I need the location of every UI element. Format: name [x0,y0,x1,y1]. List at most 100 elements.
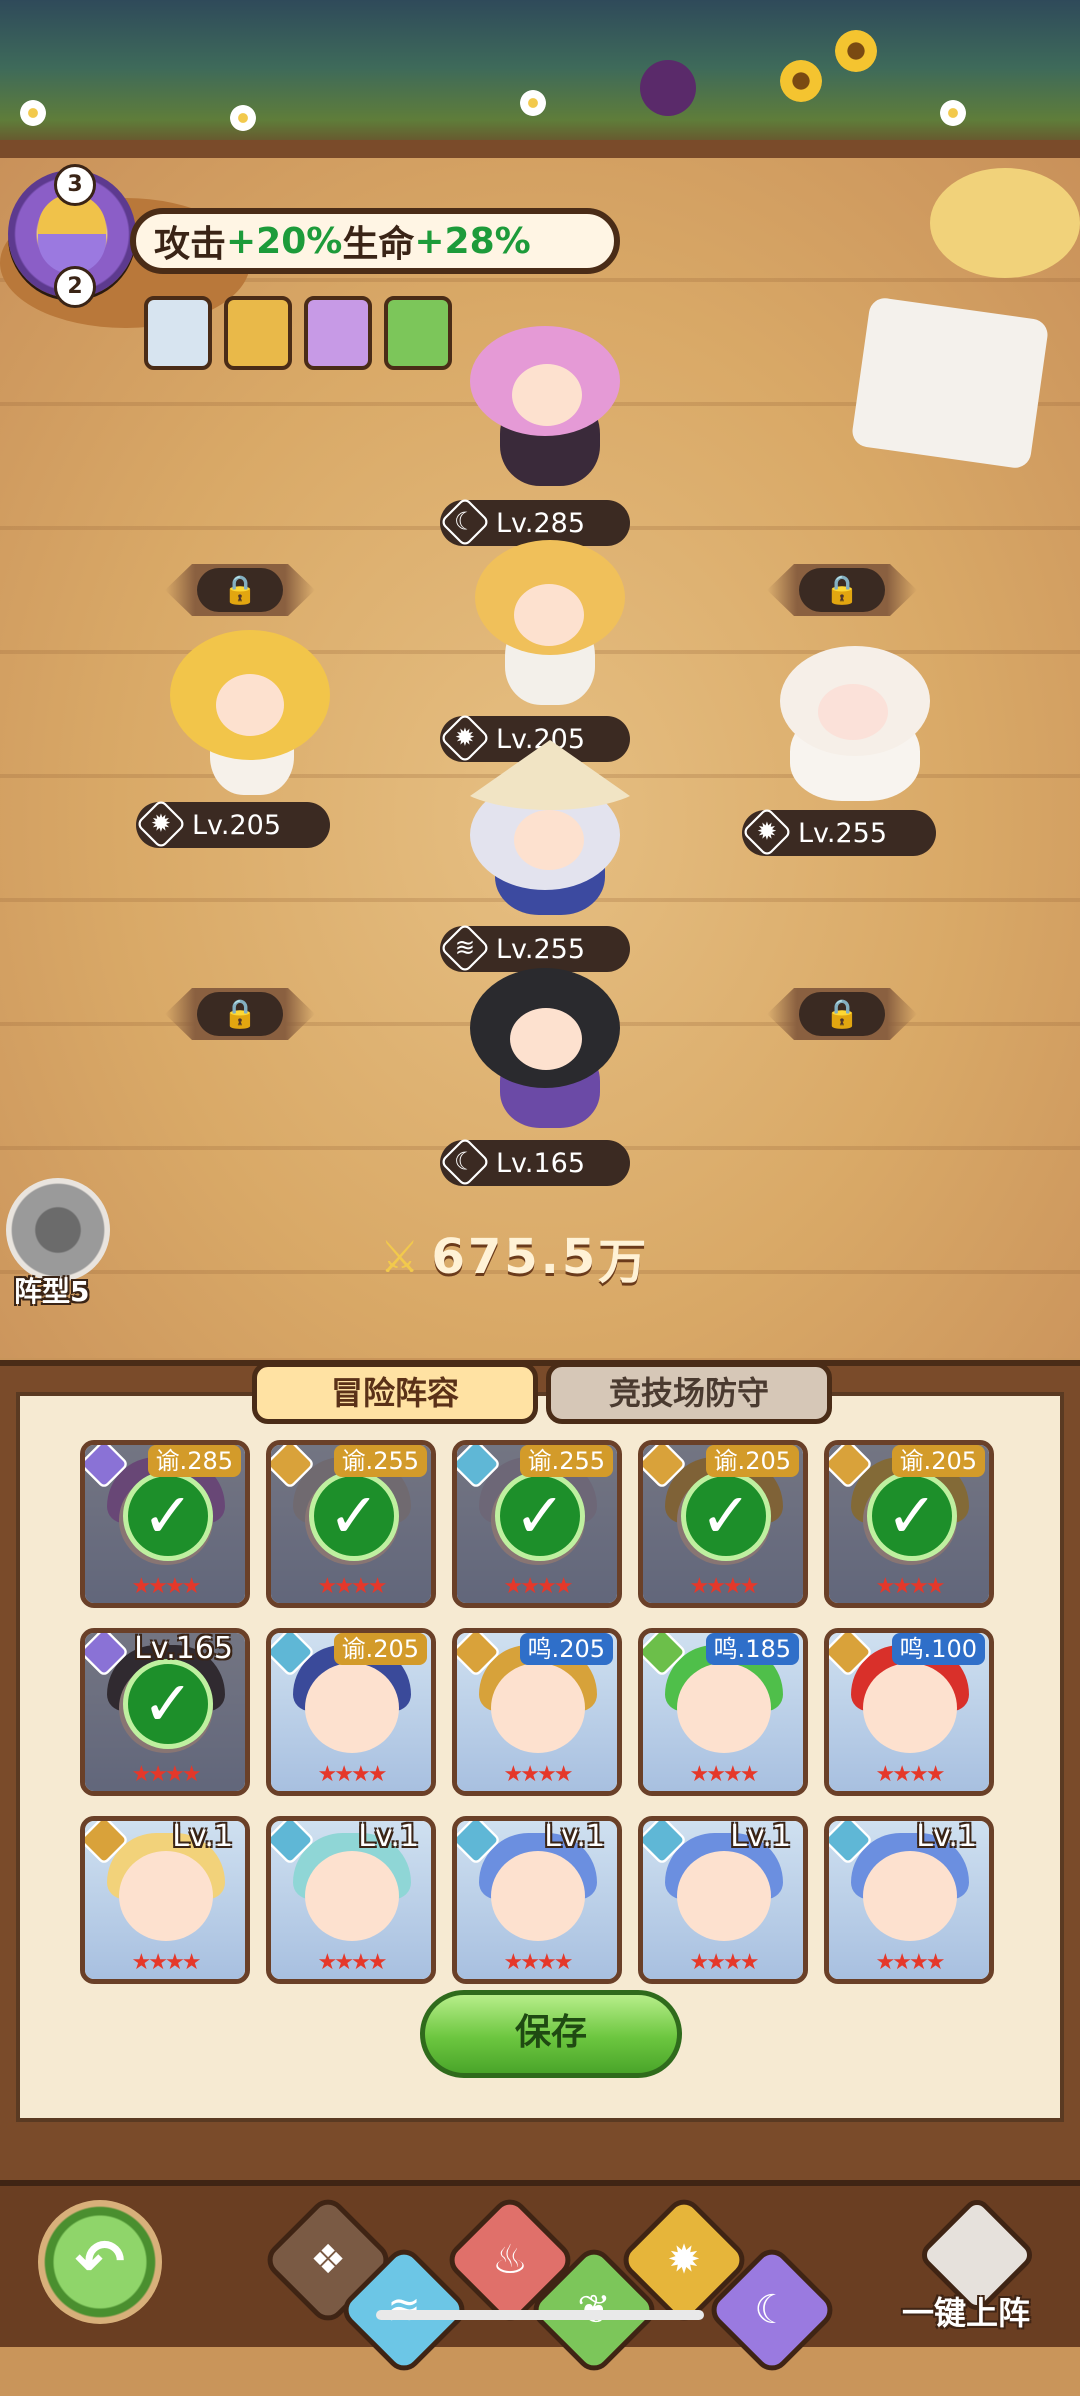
sun-filter-icon: ✹ [667,2237,701,2283]
roster-hero-card[interactable]: Lv.1 ★★★★ [266,1816,436,1984]
fire-filter-icon: ♨ [492,2237,528,2283]
hero-front-center[interactable] [450,326,650,496]
bonus-bottom-count: 2 [54,266,96,308]
star-rating: ★★★★ [317,1762,388,1787]
star-rating: ★★★★ [503,1762,574,1787]
star-rating: ★★★★ [689,1762,760,1787]
star-rating: ★★★★ [317,1950,388,1975]
star-rating: ★★★★ [875,1762,946,1787]
home-indicator [376,2310,704,2320]
combat-power-unit: 万 [598,1234,650,1290]
star-rating: ★★★★ [875,1574,946,1599]
hero-face [491,1663,585,1753]
locked-slot[interactable]: 🔒 [767,558,917,622]
sun-element-icon: ✹ [741,806,793,858]
hero-level: 谕.285 [147,1445,241,1477]
hero-mid-left[interactable] [160,630,340,800]
locked-slot[interactable]: 🔒 [165,982,315,1046]
hero-level-tag: ☾ Lv.165 [439,1136,630,1188]
hero-mid-center[interactable] [450,540,650,710]
synergy-hero-icon[interactable] [304,296,372,370]
synergy-hero-icon[interactable] [384,296,452,370]
flower-icon [230,105,256,131]
hero-face [119,1851,213,1941]
top-banner [0,0,1080,150]
checkmark-icon: ✓ [681,1471,771,1561]
hero-face [305,1851,399,1941]
roster-hero-card[interactable]: ✓ 谕.205 ★★★★ [824,1440,994,1608]
save-button[interactable]: 保存 [420,1990,682,2078]
roster-hero-card[interactable]: Lv.1 ★★★★ [452,1816,622,1984]
roster-hero-card[interactable]: ✓ 谕.255 ★★★★ [266,1440,436,1608]
star-rating: ★★★★ [131,1950,202,1975]
synergy-hero-icon[interactable] [224,296,292,370]
bowl-decor [930,168,1080,278]
combat-power: ⚔ 675.5 万 [380,1226,649,1290]
locked-slot[interactable]: 🔒 [767,982,917,1046]
star-rating: ★★★★ [131,1574,202,1599]
moon-filter-icon: ☾ [754,2287,790,2333]
hero-level: Lv.165 [134,1631,233,1666]
roster-hero-card[interactable]: Lv.1 ★★★★ [824,1816,994,1984]
formation-label: 阵型5 [14,1275,90,1308]
roster-hero-card[interactable]: Lv.1 ★★★★ [638,1816,808,1984]
fruit-icon [640,60,696,116]
star-rating: ★★★★ [689,1574,760,1599]
bonus-top-count: 3 [54,164,96,206]
tab-adventure-lineup[interactable]: 冒险阵容 [252,1362,538,1424]
flower-icon [940,100,966,126]
hero-level: 谕.205 [705,1445,799,1477]
hero-level: 谕.205 [333,1633,427,1665]
hero-level: Lv.1 [544,1819,605,1854]
tab-arena-defense[interactable]: 竞技场防守 [546,1362,832,1424]
roster-hero-card[interactable]: ✓ 谕.285 ★★★★ [80,1440,250,1608]
roster-hero-card[interactable]: ✓ Lv.165 ★★★★ [80,1628,250,1796]
lock-icon: 🔒 [197,568,283,612]
hero-level: Lv.1 [172,1819,233,1854]
hero-level: Lv.1 [916,1819,977,1854]
hero-level: Lv.1 [358,1819,419,1854]
hero-level: 鸣.185 [705,1633,799,1665]
checkmark-icon: ✓ [867,1471,957,1561]
roster-hero-card[interactable]: 鸣.100 ★★★★ [824,1628,994,1796]
back-arrow-icon[interactable]: ↶ [38,2200,162,2324]
checkmark-icon: ✓ [495,1471,585,1561]
roster-hero-card[interactable]: 鸣.185 ★★★★ [638,1628,808,1796]
checkmark-icon: ✓ [123,1659,213,1749]
star-rating: ★★★★ [131,1762,202,1787]
star-rating: ★★★★ [317,1574,388,1599]
synergy-hero-icon[interactable] [144,296,212,370]
hero-level: Lv.1 [730,1819,791,1854]
hero-level-tag: ✹ Lv.255 [741,806,936,858]
checkmark-icon: ✓ [309,1471,399,1561]
sun-element-icon: ✹ [135,798,187,850]
formation-bonus-medal[interactable]: 3 2 [8,164,136,308]
flower-icon [520,90,546,116]
hero-level: 鸣.205 [519,1633,613,1665]
formation-bonus-text: 攻击 +20% 生命 +28% [130,208,620,274]
roster-hero-card[interactable]: ✓ 谕.255 ★★★★ [452,1440,622,1608]
star-rating: ★★★★ [503,1950,574,1975]
roster-hero-card[interactable]: 谕.205 ★★★★ [266,1628,436,1796]
hero-level: 谕.205 [891,1445,985,1477]
sugar-cube-decor [850,296,1050,470]
hero-mid-right[interactable] [760,636,950,806]
hero-rear-center[interactable] [450,958,650,1133]
sunflower-icon [835,30,877,72]
roster-hero-card[interactable]: 鸣.205 ★★★★ [452,1628,622,1796]
hero-back-center[interactable] [450,740,650,920]
roster-hero-card[interactable]: ✓ 谕.205 ★★★★ [638,1440,808,1608]
hero-face [863,1851,957,1941]
auto-deploy-label: 一键上阵 [902,2294,1031,2332]
flower-icon [20,100,46,126]
hero-level: 谕.255 [333,1445,427,1477]
checkmark-icon: ✓ [123,1471,213,1561]
locked-slot[interactable]: 🔒 [165,558,315,622]
roster-hero-card[interactable]: Lv.1 ★★★★ [80,1816,250,1984]
hero-face [677,1851,771,1941]
moon-element-icon: ☾ [439,1136,491,1188]
hero-face [677,1663,771,1753]
hero-face [491,1851,585,1941]
formation-select-button[interactable] [6,1178,110,1282]
star-rating: ★★★★ [689,1950,760,1975]
